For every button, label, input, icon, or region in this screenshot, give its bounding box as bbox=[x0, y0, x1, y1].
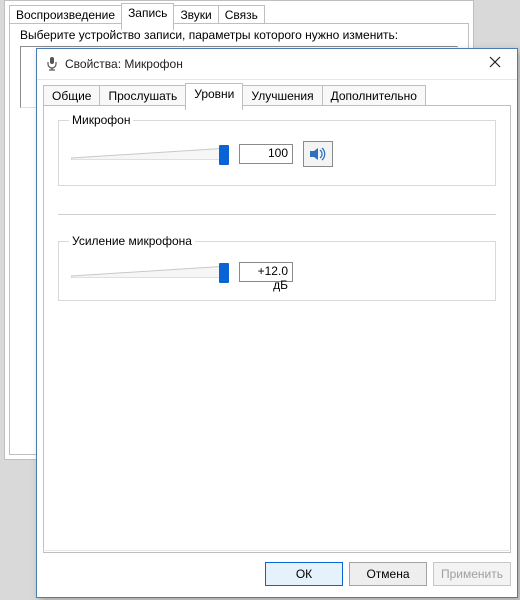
dialog-footer: ОК Отмена Применить bbox=[43, 550, 511, 591]
microphone-group-legend: Микрофон bbox=[69, 113, 133, 127]
boost-slider[interactable] bbox=[71, 262, 229, 282]
tab-listen-label: Прослушать bbox=[108, 89, 177, 103]
titlebar: Свойства: Микрофон bbox=[37, 49, 517, 80]
ok-button[interactable]: ОК bbox=[265, 562, 343, 586]
tab-levels[interactable]: Уровни bbox=[185, 83, 243, 110]
boost-group: Усиление микрофона +12.0 дБ bbox=[58, 241, 496, 301]
close-button[interactable] bbox=[473, 49, 517, 79]
tab-levels-label: Уровни bbox=[194, 87, 234, 101]
speaker-icon bbox=[309, 147, 327, 161]
separator bbox=[58, 214, 496, 215]
tab-communications-label: Связь bbox=[225, 8, 258, 22]
apply-label: Применить bbox=[441, 567, 503, 581]
tab-enhancements-label: Улучшения bbox=[251, 89, 313, 103]
cancel-button[interactable]: Отмена bbox=[349, 562, 427, 586]
microphone-slider[interactable] bbox=[71, 144, 229, 164]
microphone-row: 100 bbox=[71, 141, 483, 167]
apply-button: Применить bbox=[433, 562, 511, 586]
dialog-title: Свойства: Микрофон bbox=[65, 57, 473, 71]
dialog-body: Общие Прослушать Уровни Улучшения Дополн… bbox=[43, 83, 511, 553]
slider-wedge-icon bbox=[71, 148, 229, 160]
tab-playback-label: Воспроизведение bbox=[16, 8, 115, 22]
ok-label: ОК bbox=[296, 567, 312, 581]
instruction-text: Выберите устройство записи, параметры ко… bbox=[20, 28, 398, 42]
microphone-value[interactable]: 100 bbox=[239, 144, 293, 164]
close-icon bbox=[489, 55, 501, 73]
tab-sounds-label: Звуки bbox=[180, 8, 211, 22]
microphone-icon bbox=[45, 57, 59, 71]
mute-button[interactable] bbox=[303, 141, 333, 167]
tab-recording-label: Запись bbox=[128, 6, 167, 20]
boost-group-legend: Усиление микрофона bbox=[69, 234, 195, 248]
properties-tabs: Общие Прослушать Уровни Улучшения Дополн… bbox=[43, 83, 511, 105]
microphone-group: Микрофон 100 bbox=[58, 120, 496, 186]
cancel-label: Отмена bbox=[366, 567, 409, 581]
levels-page: Микрофон 100 bbox=[43, 105, 511, 553]
sound-tabs: Воспроизведение Запись Звуки Связь bbox=[9, 3, 264, 23]
tab-recording[interactable]: Запись bbox=[121, 3, 174, 30]
tab-advanced-label: Дополнительно bbox=[331, 89, 417, 103]
slider-wedge-icon bbox=[71, 266, 229, 278]
tab-general-label: Общие bbox=[52, 89, 91, 103]
mic-properties-dialog: Свойства: Микрофон Общие Прослушать Уров… bbox=[36, 48, 518, 598]
boost-value[interactable]: +12.0 дБ bbox=[239, 262, 293, 282]
boost-slider-thumb[interactable] bbox=[219, 263, 229, 283]
microphone-slider-thumb[interactable] bbox=[219, 145, 229, 165]
boost-row: +12.0 дБ bbox=[71, 262, 483, 282]
